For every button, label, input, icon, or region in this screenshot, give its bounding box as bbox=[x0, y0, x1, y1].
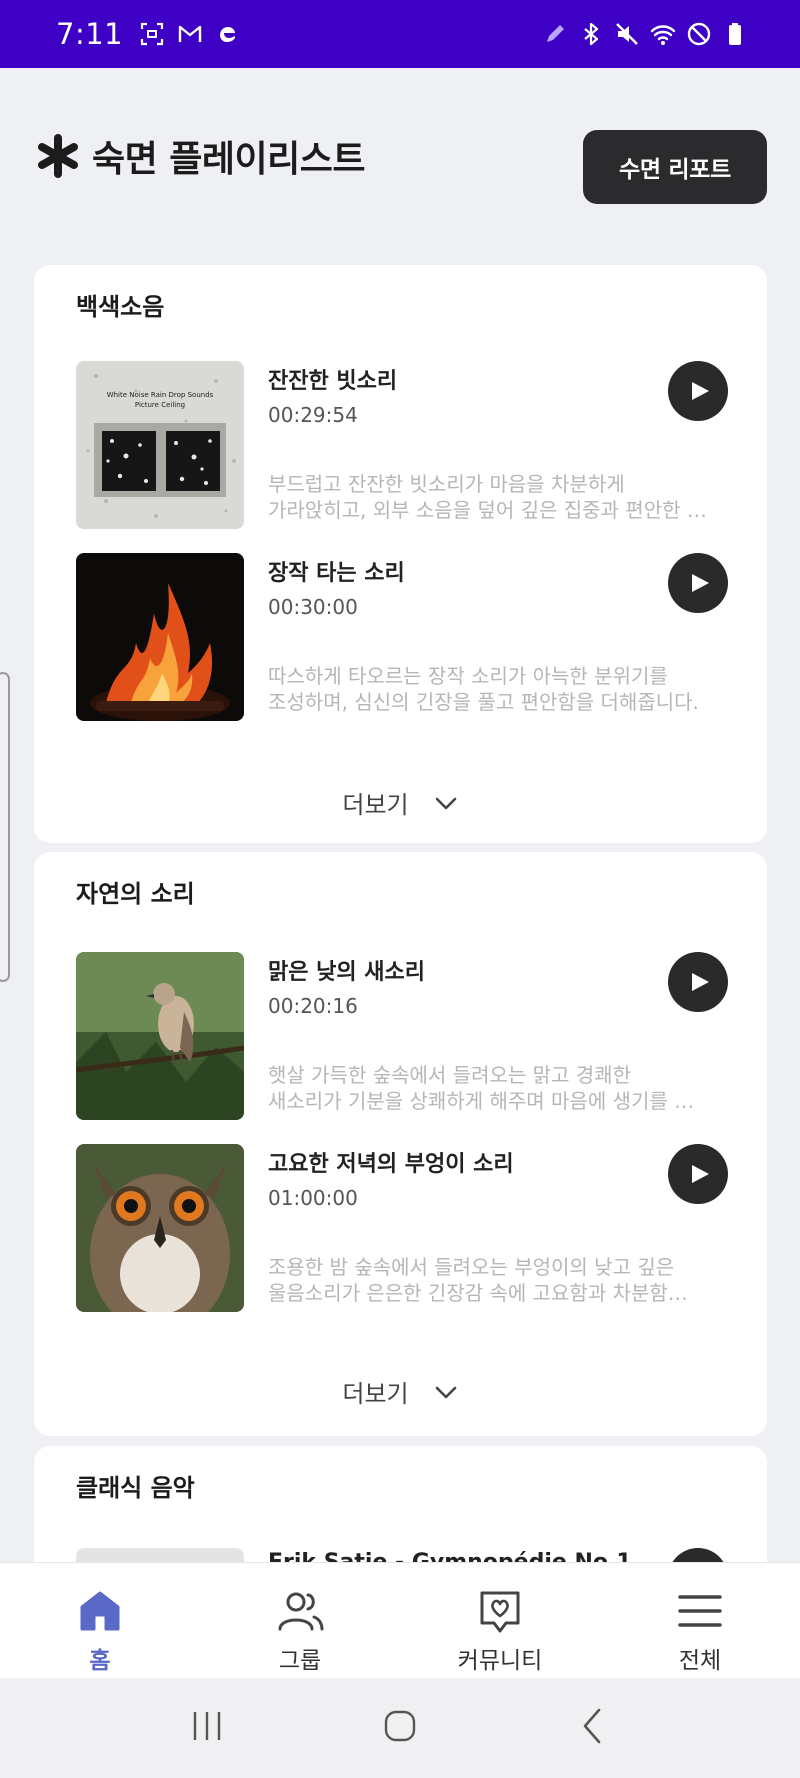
play-button[interactable] bbox=[668, 361, 728, 421]
home-system-button[interactable] bbox=[380, 1706, 420, 1750]
page-header: 숙면 플레이리스트 수면 리포트 bbox=[0, 68, 800, 258]
gmail-icon bbox=[177, 21, 203, 47]
nav-community[interactable]: 커뮤니티 bbox=[400, 1563, 600, 1678]
more-label: 더보기 bbox=[342, 791, 409, 819]
home-icon bbox=[80, 1591, 120, 1631]
section-nature-sounds: 자연의 소리 맑은 낮의 새소리 00:20:16 햇살 가득한 숲속에서 들려… bbox=[34, 852, 767, 1436]
chevron-down-icon bbox=[435, 797, 456, 809]
back-icon bbox=[584, 1708, 601, 1744]
track-title: 맑은 낮의 새소리 bbox=[268, 960, 425, 985]
section-white-noise: 백색소음 White Noise Rain Drop Sounds Pictur… bbox=[34, 265, 767, 843]
track-description: 따스하게 타오르는 장작 소리가 아늑한 분위기를 조성하며, 심신의 긴장을 … bbox=[268, 664, 699, 714]
track-duration: 01:00:00 bbox=[268, 1186, 358, 1210]
nav-home[interactable]: 홈 bbox=[0, 1563, 200, 1678]
play-icon bbox=[692, 1165, 709, 1183]
track-duration: 00:30:00 bbox=[268, 595, 358, 619]
nav-label: 홈 bbox=[89, 1648, 111, 1674]
thumb-caption: Picture Ceiling bbox=[135, 401, 185, 409]
track-item[interactable]: 고요한 저녁의 부엉이 소리 01:00:00 조용한 밤 숲속에서 들려오는 … bbox=[76, 1144, 728, 1312]
dnd-icon bbox=[686, 21, 712, 47]
play-button[interactable] bbox=[668, 553, 728, 613]
track-title: 잔잔한 빗소리 bbox=[268, 369, 398, 394]
track-thumbnail bbox=[76, 553, 244, 721]
nav-label: 전체 bbox=[678, 1648, 722, 1674]
track-thumbnail bbox=[76, 1144, 244, 1312]
track-duration: 00:29:54 bbox=[268, 403, 358, 427]
track-title: 장작 타는 소리 bbox=[268, 561, 405, 586]
section-title: 클래식 음악 bbox=[76, 1474, 195, 1502]
track-item[interactable]: White Noise Rain Drop Sounds Picture Cei… bbox=[76, 361, 728, 529]
track-item[interactable]: 맑은 낮의 새소리 00:20:16 햇살 가득한 숲속에서 들려오는 맑고 경… bbox=[76, 952, 728, 1120]
recent-apps-icon bbox=[193, 1712, 220, 1740]
mute-icon bbox=[614, 21, 640, 47]
more-button[interactable]: 더보기 bbox=[34, 785, 767, 820]
section-title: 백색소음 bbox=[76, 293, 165, 321]
community-icon bbox=[480, 1591, 520, 1633]
chevron-down-icon bbox=[435, 1386, 456, 1398]
track-description: 조용한 밤 숲속에서 들려오는 부엉이의 낮고 깊은 울음소리가 은은한 긴장감… bbox=[268, 1255, 688, 1305]
pen-icon bbox=[542, 21, 568, 47]
bottom-navigation: 홈 그룹 커뮤니티 전체 bbox=[0, 1562, 800, 1678]
home-circle-icon bbox=[384, 1710, 416, 1742]
edge-icon bbox=[215, 21, 241, 47]
battery-icon bbox=[722, 21, 748, 47]
asterisk-icon bbox=[38, 134, 78, 178]
track-description: 햇살 가득한 숲속에서 들려오는 맑고 경쾌한 새소리가 기분을 상쾌하게 해주… bbox=[268, 1063, 695, 1113]
thumb-caption: White Noise Rain Drop Sounds bbox=[107, 391, 214, 399]
sleep-report-button[interactable]: 수면 리포트 bbox=[583, 130, 767, 204]
play-icon bbox=[692, 574, 709, 592]
screenshot-icon bbox=[139, 21, 165, 47]
group-icon bbox=[278, 1592, 324, 1631]
nav-group[interactable]: 그룹 bbox=[200, 1563, 400, 1678]
page-title: 숙면 플레이리스트 bbox=[92, 139, 366, 180]
play-button[interactable] bbox=[668, 952, 728, 1012]
status-time: 7:11 bbox=[56, 17, 124, 51]
menu-icon bbox=[678, 1595, 722, 1627]
track-thumbnail bbox=[76, 952, 244, 1120]
edge-panel-handle[interactable] bbox=[0, 672, 10, 982]
more-label: 더보기 bbox=[342, 1380, 409, 1408]
status-bar: 7:11 bbox=[0, 0, 800, 68]
track-item[interactable]: 장작 타는 소리 00:30:00 따스하게 타오르는 장작 소리가 아늑한 분… bbox=[76, 553, 728, 721]
play-icon bbox=[692, 382, 709, 400]
track-duration: 00:20:16 bbox=[268, 994, 358, 1018]
nav-label: 커뮤니티 bbox=[457, 1648, 543, 1674]
nav-label: 그룹 bbox=[278, 1648, 322, 1674]
more-button[interactable]: 더보기 bbox=[34, 1374, 767, 1409]
track-description: 부드럽고 잔잔한 빗소리가 마음을 차분하게 가라앉히고, 외부 소음을 덮어 … bbox=[268, 472, 707, 522]
recent-apps-button[interactable] bbox=[187, 1706, 227, 1750]
play-icon bbox=[692, 973, 709, 991]
nav-all-menu[interactable]: 전체 bbox=[600, 1563, 800, 1678]
wifi-icon bbox=[650, 21, 676, 47]
back-button[interactable] bbox=[573, 1706, 613, 1750]
track-thumbnail: White Noise Rain Drop Sounds Picture Cei… bbox=[76, 361, 244, 529]
system-navigation-bar bbox=[0, 1678, 800, 1778]
play-button[interactable] bbox=[668, 1144, 728, 1204]
track-title: 고요한 저녁의 부엉이 소리 bbox=[268, 1152, 514, 1177]
section-title: 자연의 소리 bbox=[76, 880, 195, 908]
bluetooth-icon bbox=[578, 21, 604, 47]
